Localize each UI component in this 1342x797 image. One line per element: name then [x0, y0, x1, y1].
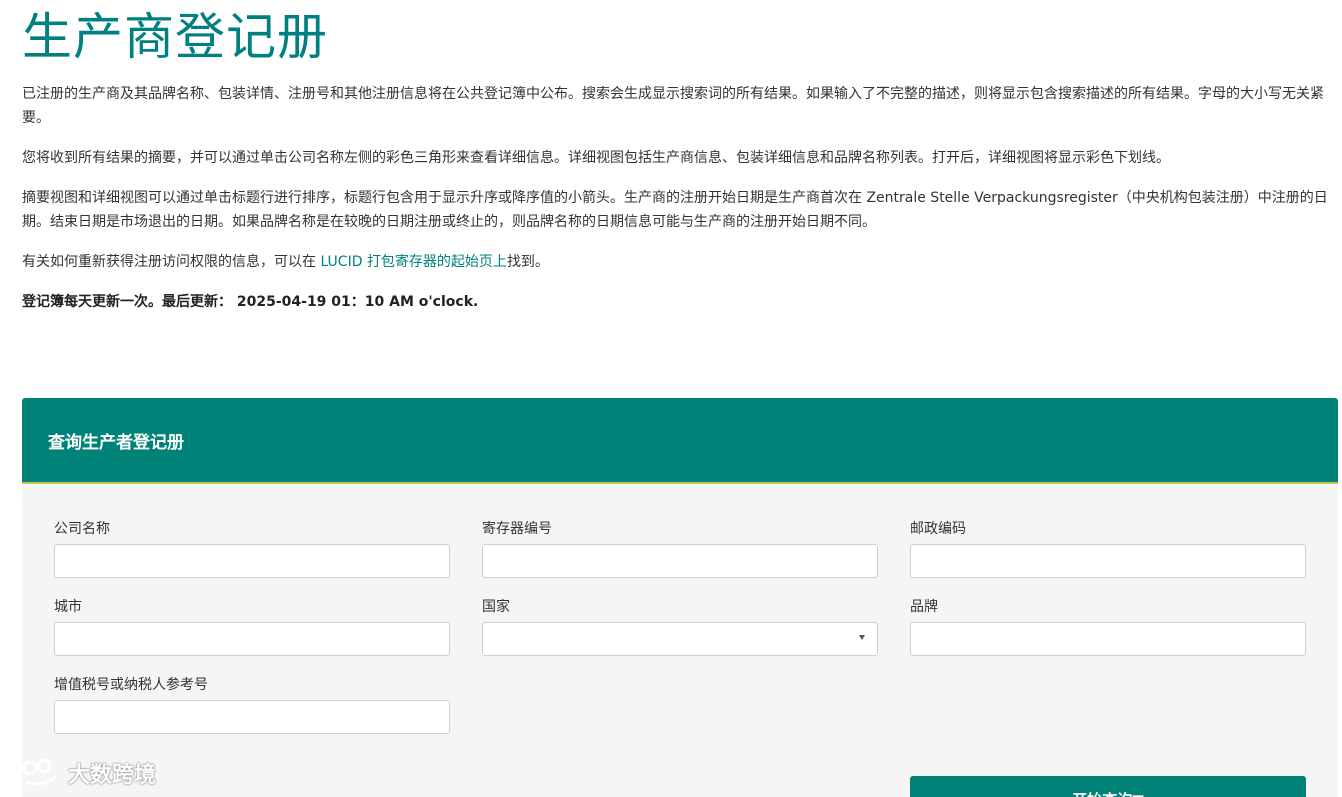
company-name-label: 公司名称 [54, 521, 110, 537]
lucid-start-page-link[interactable]: LUCID 打包寄存器的起始页上 [320, 254, 506, 270]
page: 生产商登记册 已注册的生产商及其品牌名称、包装详情、注册号和其他注册信息将在公共… [0, 0, 1342, 797]
country-field-group: 国家 [482, 596, 878, 656]
register-number-input[interactable] [482, 544, 878, 578]
register-number-field-group: 寄存器编号 [482, 518, 878, 578]
register-number-label: 寄存器编号 [482, 521, 552, 537]
intro-paragraph-4: 有关如何重新获得注册访问权限的信息，可以在 LUCID 打包寄存器的起始页上找到… [22, 250, 1334, 274]
vat-number-field-group: 增值税号或纳税人参考号 [54, 674, 450, 734]
postal-code-label: 邮政编码 [910, 521, 966, 537]
intro-text: 已注册的生产商及其品牌名称、包装详情、注册号和其他注册信息将在公共登记簿中公布。… [22, 82, 1334, 330]
watermark: 大数跨境 [8, 756, 156, 790]
postal-code-field-group: 邮政编码 [910, 518, 1306, 578]
watermark-text: 大数跨境 [68, 763, 157, 788]
city-input[interactable] [54, 622, 450, 656]
intro-paragraph-2: 您将收到所有结果的摘要，并可以通过单击公司名称左侧的彩色三角形来查看详细信息。详… [22, 150, 1170, 166]
country-label: 国家 [482, 599, 510, 615]
intro-paragraph-3: 摘要视图和详细视图可以通过单击标题行进行排序，标题行包含用于显示升序或降序值的小… [22, 190, 1328, 230]
vat-number-input[interactable] [54, 700, 450, 734]
country-select[interactable] [482, 622, 878, 656]
brand-label: 品牌 [910, 599, 938, 615]
company-name-field-group: 公司名称 [54, 518, 450, 578]
search-panel-title: 查询生产者登记册 [48, 432, 184, 453]
intro-p4-before: 有关如何重新获得注册访问权限的信息，可以在 [22, 254, 321, 270]
chevron-down-icon [859, 635, 865, 640]
search-panel-header: 查询生产者登记册 [22, 398, 1338, 484]
page-title: 生产商登记册 [22, 8, 328, 66]
intro-paragraph-1: 已注册的生产商及其品牌名称、包装详情、注册号和其他注册信息将在公共登记簿中公布。… [22, 86, 1324, 126]
watermark-logo-icon [10, 758, 58, 786]
city-label: 城市 [54, 599, 82, 615]
search-panel: 查询生产者登记册 公司名称 寄存器编号 邮政编码 城市 国家 品牌 增值税号或纳… [22, 398, 1338, 797]
vat-number-label: 增值税号或纳税人参考号 [54, 677, 208, 693]
postal-code-input[interactable] [910, 544, 1306, 578]
intro-p4-after: 找到。 [506, 254, 549, 270]
start-search-button[interactable]: 开始查询▼ [910, 776, 1306, 797]
last-updated-text: 登记簿每天更新一次。最后更新： 2025-04-19 01：10 AM o'cl… [22, 294, 479, 310]
company-name-input[interactable] [54, 544, 450, 578]
city-field-group: 城市 [54, 596, 450, 656]
brand-field-group: 品牌 [910, 596, 1306, 656]
brand-input[interactable] [910, 622, 1306, 656]
